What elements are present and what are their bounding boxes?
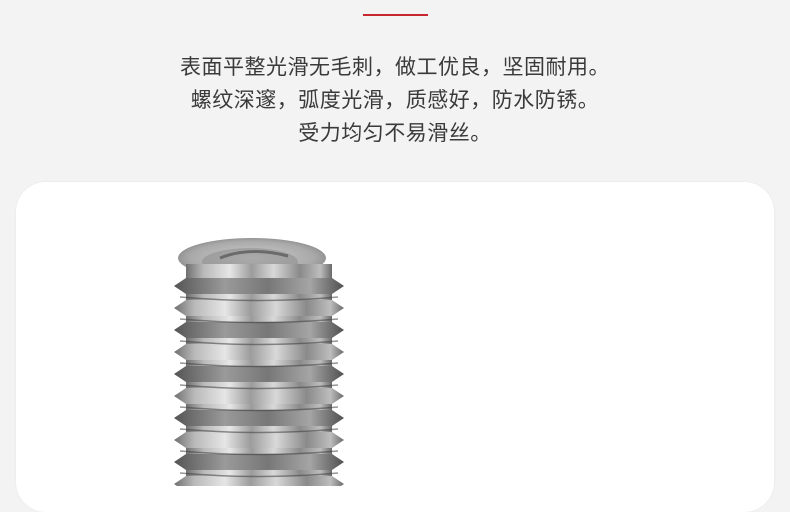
threaded-insert-image — [174, 238, 344, 486]
product-image-card — [16, 182, 774, 512]
product-description: 表面平整光滑无毛刺，做工优良，坚固耐用。 螺纹深邃，弧度光滑，质感好，防水防锈。… — [0, 51, 790, 150]
description-line: 受力均匀不易滑丝。 — [298, 121, 492, 145]
insert-threads — [174, 278, 344, 486]
description-line: 表面平整光滑无毛刺，做工优良，坚固耐用。 — [180, 55, 610, 79]
description-line: 螺纹深邃，弧度光滑，质感好，防水防锈。 — [190, 88, 600, 112]
accent-divider — [363, 14, 428, 16]
